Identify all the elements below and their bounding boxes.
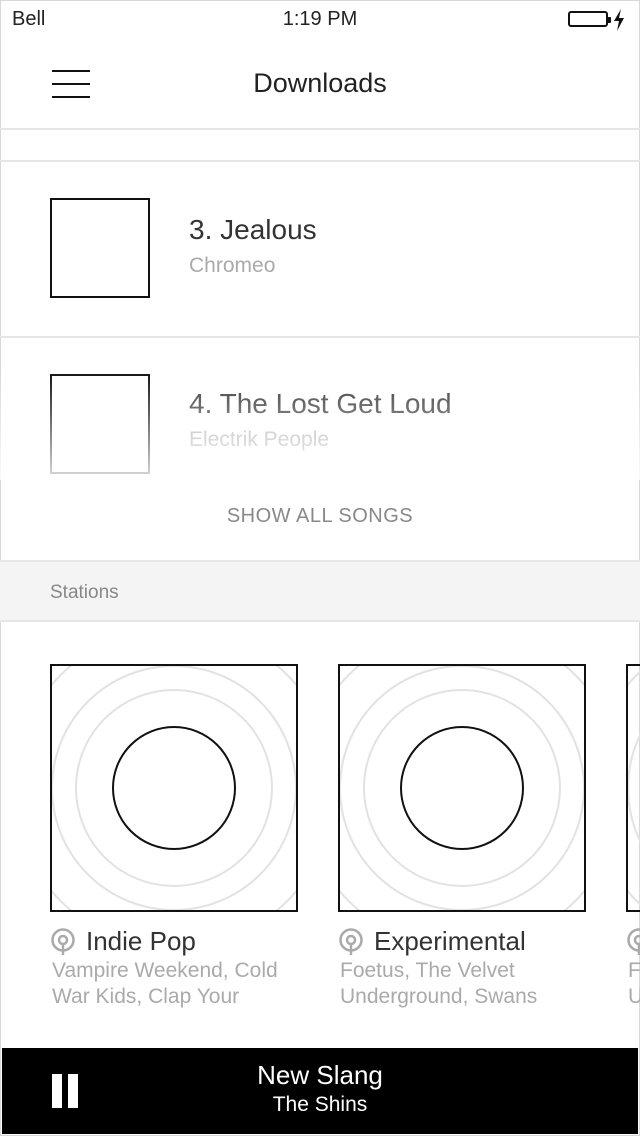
nav-bar: Downloads <box>0 40 640 130</box>
now-playing-artist: The Shins <box>272 1093 368 1116</box>
charging-bolt-icon <box>614 9 624 31</box>
station-name: Experimental <box>374 926 526 956</box>
song-artist: Electrik People <box>189 428 330 451</box>
station-description: Foetus, The Velvet Underground, Swans <box>340 959 538 1008</box>
song-row[interactable]: 4. The Lost Get Loud Electrik People <box>0 338 640 514</box>
station-card[interactable]: Indie Pop Vampire Weekend, Cold War Kids… <box>50 664 298 1008</box>
song-row[interactable]: 3. Jealous Chromeo <box>0 162 640 338</box>
station-artwork <box>626 664 640 912</box>
page-title: Downloads <box>253 68 387 98</box>
song-artist: Chromeo <box>189 254 276 277</box>
station-description: F U <box>628 959 640 1008</box>
battery-icon <box>568 11 611 27</box>
station-pin-icon <box>339 928 363 955</box>
now-playing-title: New Slang <box>257 1060 383 1090</box>
station-artwork <box>338 664 586 912</box>
section-header: Stations <box>0 560 640 622</box>
show-all-songs-button[interactable]: SHOW ALL SONGS <box>0 505 640 528</box>
clock-time: 1:19 PM <box>282 8 358 30</box>
station-name: Indie Pop <box>86 926 196 956</box>
now-playing-bar[interactable]: New Slang The Shins <box>2 1048 638 1134</box>
song-title: 3. Jealous <box>189 214 317 245</box>
album-art-placeholder <box>50 198 150 298</box>
song-title: 4. The Lost Get Loud <box>189 388 452 419</box>
station-pin-icon <box>51 928 75 955</box>
album-art-placeholder <box>50 374 150 474</box>
section-label: Stations <box>50 582 119 603</box>
station-description: Vampire Weekend, Cold War Kids, Clap You… <box>52 959 278 1008</box>
station-card[interactable]: Experimental Foetus, The Velvet Undergro… <box>338 664 586 1008</box>
station-card[interactable]: F U <box>626 664 640 1024</box>
station-artwork <box>50 664 298 912</box>
status-bar: Bell 1:19 PM <box>0 0 640 40</box>
station-pin-icon <box>627 928 640 955</box>
